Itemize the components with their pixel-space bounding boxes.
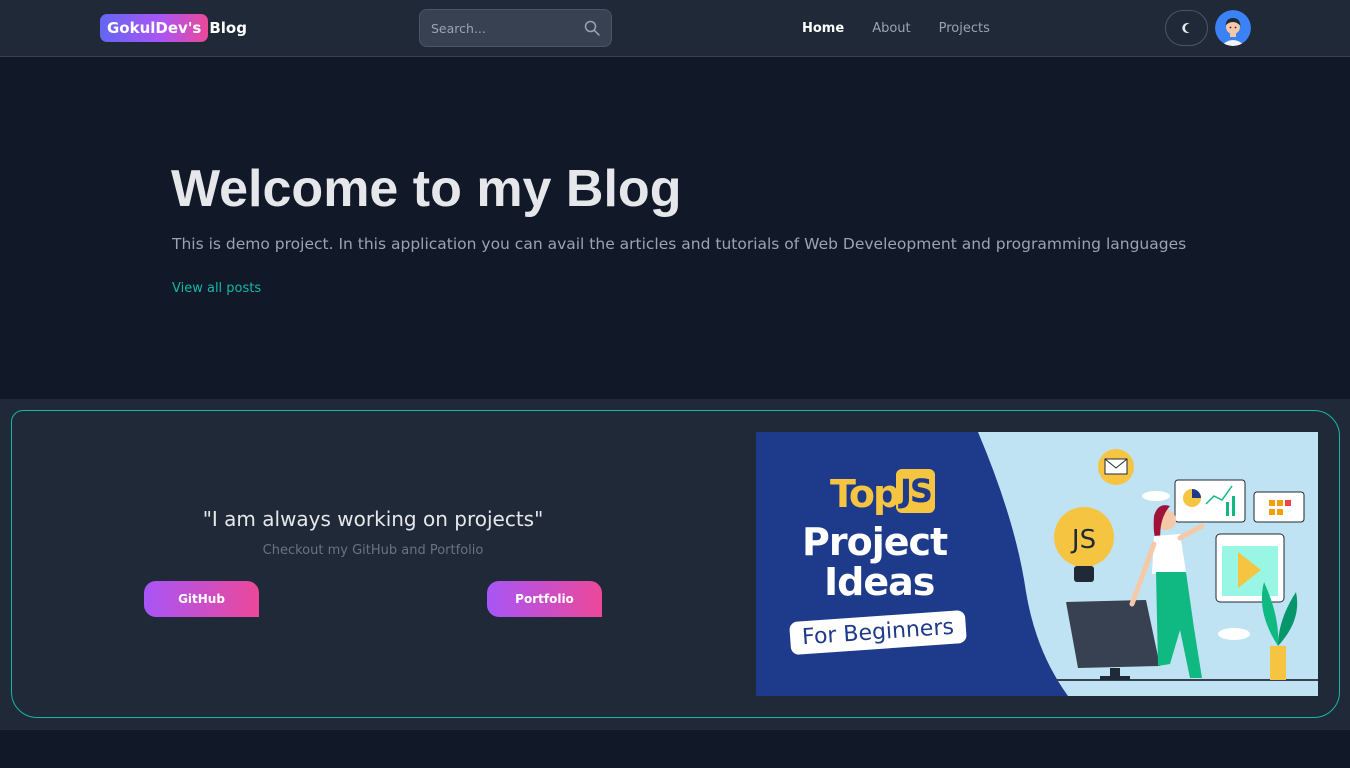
brand-suffix: Blog — [209, 19, 247, 37]
bulb-js-label: JS — [1070, 525, 1096, 555]
cta-quote: "I am always working on projects" — [202, 507, 544, 531]
nav-projects-link[interactable]: Projects — [939, 21, 990, 36]
github-button[interactable]: GitHub — [144, 581, 259, 617]
cta-subtitle: Checkout my GitHub and Portfolio — [262, 543, 484, 558]
main-nav: Home About Projects — [802, 0, 1018, 57]
footer-strip — [0, 730, 1350, 768]
nav-about-link[interactable]: About — [872, 21, 910, 36]
avatar-icon — [1215, 10, 1251, 46]
hero-title: Welcome to my Blog — [171, 160, 682, 218]
banner-headline: Top JS Project Ideas For Beginners — [756, 432, 1056, 696]
search-input[interactable] — [429, 10, 579, 46]
projects-cta-card: "I am always working on projects" Checko… — [11, 410, 1340, 718]
view-all-posts-link[interactable]: View all posts — [172, 281, 261, 296]
moon-icon — [1181, 23, 1189, 33]
theme-toggle-button[interactable] — [1165, 10, 1208, 46]
brand-pill: GokulDev's — [100, 14, 209, 42]
navbar: GokulDev's Blog Home About Projects — [0, 0, 1350, 57]
search-icon[interactable] — [584, 20, 600, 36]
banner-beginners-tag: For Beginners — [789, 609, 967, 656]
banner-top-word: Top — [830, 472, 900, 516]
search-box — [419, 9, 612, 47]
banner-js-badge: JS — [896, 469, 935, 513]
projects-cta-section: "I am always working on projects" Checko… — [0, 399, 1350, 730]
hero-section: Welcome to my Blog This is demo project.… — [0, 57, 1350, 399]
hero-subtitle: This is demo project. In this applicatio… — [172, 235, 1187, 253]
user-avatar[interactable] — [1215, 10, 1251, 46]
banner-ideas-line: Ideas — [824, 560, 935, 604]
brand-logo[interactable]: GokulDev's Blog — [100, 14, 247, 42]
banner-project-line: Project — [802, 520, 948, 564]
js-project-ideas-banner: JS Top JS Project Ideas For Beginners — [756, 432, 1318, 696]
nav-home-link[interactable]: Home — [802, 21, 844, 36]
portfolio-button[interactable]: Portfolio — [487, 581, 602, 617]
